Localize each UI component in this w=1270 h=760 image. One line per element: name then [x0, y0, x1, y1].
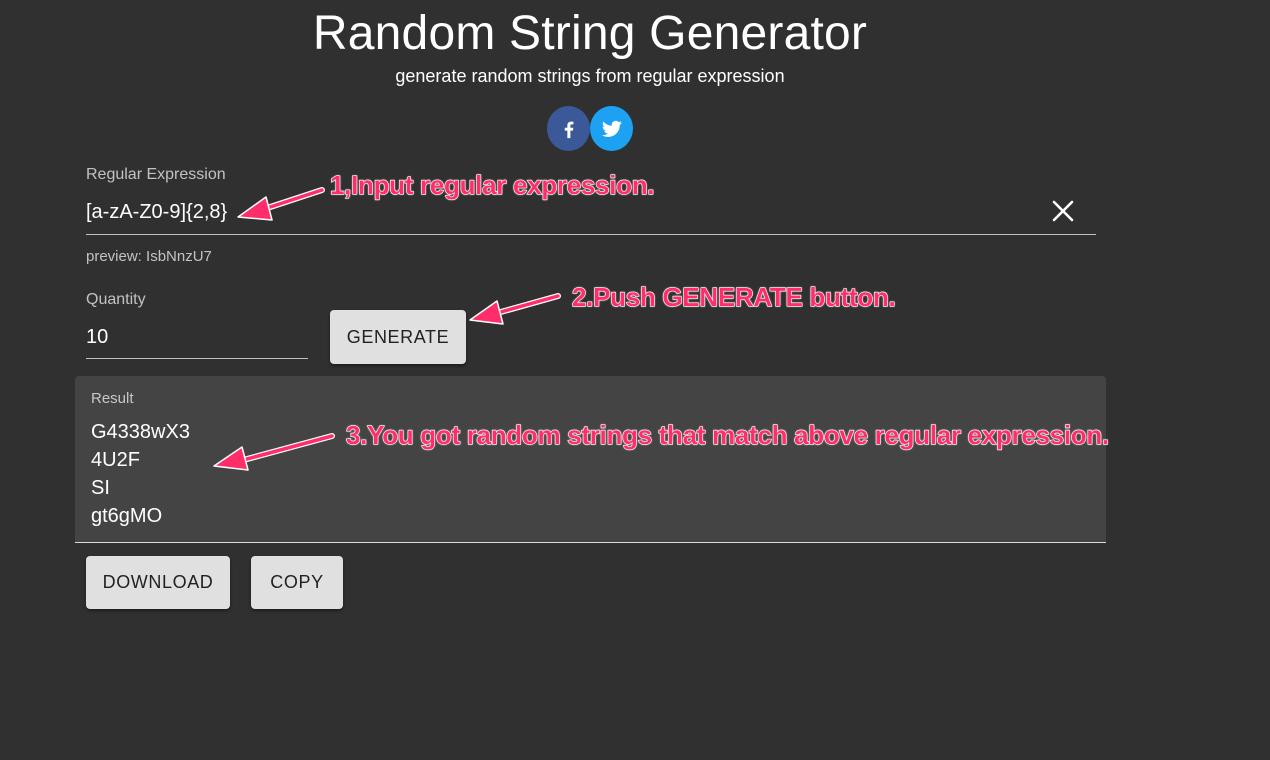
- page: Random String Generator generate random …: [0, 0, 1270, 760]
- result-lines: G4338wX3 4U2F SI gt6gMO: [91, 418, 190, 530]
- quantity-label: Quantity: [86, 291, 146, 308]
- twitter-share-button[interactable]: [590, 106, 633, 151]
- result-line: SI: [91, 477, 110, 499]
- result-line: 4U2F: [91, 449, 140, 471]
- result-label: Result: [91, 390, 134, 407]
- quantity-field: [86, 316, 308, 359]
- clear-regex-button[interactable]: [1050, 198, 1076, 224]
- facebook-share-button[interactable]: [547, 106, 590, 151]
- regex-preview: preview: IsbNnzU7: [86, 248, 212, 265]
- result-textarea[interactable]: Result G4338wX3 4U2F SI gt6gMO: [75, 376, 1106, 543]
- page-title: Random String Generator: [312, 7, 868, 60]
- facebook-icon: [564, 121, 573, 138]
- result-line: G4338wX3: [91, 421, 190, 443]
- page-subtitle: generate random strings from regular exp…: [395, 66, 785, 86]
- social-share-buttons: [547, 106, 633, 151]
- annotation-step-2: 2.Push GENERATE button.: [571, 281, 896, 312]
- close-icon: [1052, 200, 1074, 222]
- annotation-step-3: 3.You got random strings that match abov…: [345, 419, 1109, 450]
- copy-button[interactable]: COPY: [251, 556, 343, 609]
- annotation-arrow-2: [469, 293, 561, 325]
- download-button[interactable]: DOWNLOAD: [86, 556, 230, 609]
- twitter-icon: [601, 120, 622, 137]
- annotation-step-1: 1,Input regular expression.: [329, 169, 655, 200]
- quantity-input[interactable]: [86, 320, 296, 354]
- result-line: gt6gMO: [91, 505, 163, 527]
- regex-label: Regular Expression: [86, 166, 226, 183]
- generate-button[interactable]: GENERATE: [330, 310, 466, 364]
